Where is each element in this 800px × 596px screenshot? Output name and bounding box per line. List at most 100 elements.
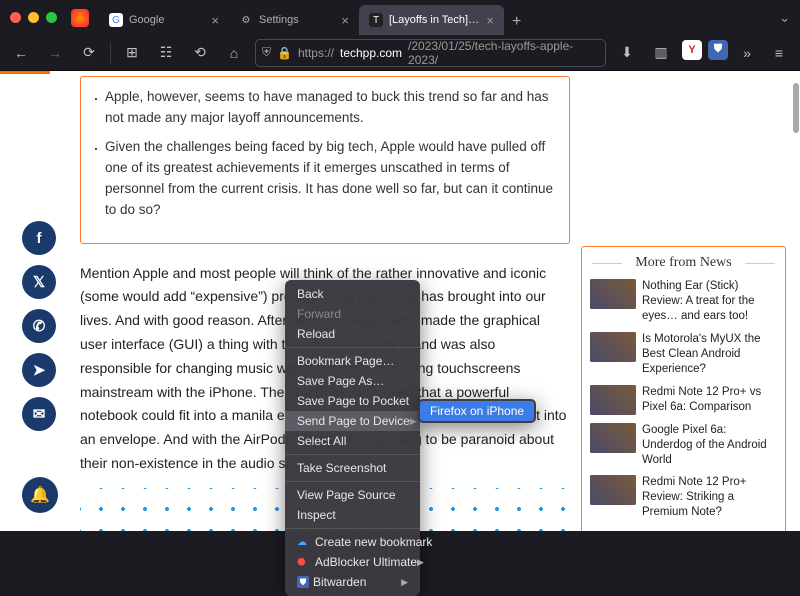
menu-bookmark[interactable]: Bookmark Page… (285, 351, 420, 371)
url-protocol: https:// (298, 46, 334, 60)
vertical-scrollbar[interactable] (793, 83, 799, 133)
forward-button[interactable]: → (42, 40, 68, 66)
home-button[interactable]: ⌂ (221, 40, 247, 66)
social-share-rail: f 𝕏 ✆ ➤ ✉ (22, 221, 56, 431)
new-tab-button[interactable]: + (504, 9, 529, 35)
menu-view-source[interactable]: View Page Source (285, 485, 420, 505)
menu-separator (285, 347, 420, 348)
extension-bitwarden-icon[interactable]: ⛊ (708, 40, 728, 60)
cloud-icon: ☁ (297, 537, 311, 548)
back-button[interactable]: ← (8, 40, 34, 66)
news-thumbnail (590, 279, 636, 309)
menu-create-bookmark[interactable]: ☁Create new bookmark (285, 532, 420, 552)
nav-toolbar: ← → ⟳ ⊞ ☷ ⟲ ⌂ ⛨ 🔒 https:// techpp.com/202… (0, 35, 800, 71)
context-menu: Back Forward Reload Bookmark Page… Save … (285, 280, 420, 596)
menu-label: Bitwarden (313, 575, 366, 589)
close-tab-icon[interactable]: × (486, 13, 494, 28)
reader-icon[interactable]: ☷ (153, 40, 179, 66)
tabs-overflow-button[interactable]: ⌄ (779, 10, 790, 26)
summary-bullet: Apple, however, seems to have managed to… (105, 87, 555, 129)
close-tab-icon[interactable]: × (341, 13, 349, 28)
close-window-button[interactable] (10, 12, 21, 23)
news-headline: Is Motorola's MyUX the Best Clean Androi… (642, 332, 777, 377)
news-headline: Google Pixel 6a: Underdog of the Android… (642, 423, 777, 468)
extensions-area: Y ⛊ » ≡ (682, 40, 792, 66)
submenu-firefox-iphone[interactable]: Firefox on iPhone (420, 401, 534, 421)
news-item[interactable]: Google Pixel 6a: Underdog of the Android… (590, 423, 777, 468)
news-headline: Redmi Note 12 Pro+ vs Pixel 6a: Comparis… (642, 385, 777, 415)
tab-label: Settings (259, 14, 335, 26)
whatsapp-share-button[interactable]: ✆ (22, 309, 56, 343)
download-icon[interactable]: ⬇ (614, 40, 640, 66)
close-tab-icon[interactable]: × (211, 13, 219, 28)
sidebar: More from News Nothing Ear (Stick) Revie… (581, 246, 786, 531)
app-menu-button[interactable]: ≡ (766, 40, 792, 66)
tab-label: Google (129, 14, 205, 26)
menu-separator (285, 481, 420, 482)
news-item[interactable]: Nothing Ear (Stick) Review: A treat for … (590, 279, 777, 324)
screenshot-icon[interactable]: ⟲ (187, 40, 213, 66)
email-share-button[interactable]: ✉ (22, 397, 56, 431)
news-headline: Nothing Ear (Stick) Review: A treat for … (642, 279, 777, 324)
bitwarden-icon: ⛊ (297, 576, 309, 588)
submenu-arrow-icon: ▶ (401, 577, 408, 588)
extensions-overflow-button[interactable]: » (734, 40, 760, 66)
menu-screenshot[interactable]: Take Screenshot (285, 458, 420, 478)
more-news-box: More from News Nothing Ear (Stick) Revie… (581, 246, 786, 531)
firefox-icon (71, 9, 89, 27)
submenu-arrow-icon: ▶ (417, 557, 424, 568)
news-thumbnail (590, 423, 636, 453)
maximize-window-button[interactable] (46, 12, 57, 23)
news-item[interactable]: Redmi Note 12 Pro+ vs Pixel 6a: Comparis… (590, 385, 777, 415)
submenu-arrow-icon: ▶ (410, 416, 417, 427)
shield-icon[interactable]: ⛨ (262, 45, 271, 60)
news-item[interactable]: Is Motorola's MyUX the Best Clean Androi… (590, 332, 777, 377)
news-item[interactable]: Redmi Note 12 Pro+ Review: Striking a Pr… (590, 475, 777, 520)
menu-separator (285, 528, 420, 529)
lock-icon[interactable]: 🔒 (277, 46, 292, 60)
summary-bullet: Given the challenges being faced by big … (105, 137, 555, 221)
send-to-device-submenu: Firefox on iPhone (418, 399, 536, 423)
menu-separator (285, 454, 420, 455)
window-controls (10, 12, 57, 23)
menu-save-as[interactable]: Save Page As… (285, 371, 420, 391)
tab-label: [Layoffs in Tech] Apple Close to (389, 14, 480, 26)
site-favicon: T (369, 13, 383, 27)
url-bar[interactable]: ⛨ 🔒 https:// techpp.com/2023/01/25/tech-l… (255, 39, 606, 67)
news-thumbnail (590, 385, 636, 415)
menu-reload[interactable]: Reload (285, 324, 420, 344)
news-thumbnail (590, 475, 636, 505)
telegram-share-button[interactable]: ➤ (22, 353, 56, 387)
menu-select-all[interactable]: Select All (285, 431, 420, 451)
menu-label: Create new bookmark (315, 535, 432, 549)
menu-back[interactable]: Back (285, 284, 420, 304)
news-headline: Redmi Note 12 Pro+ Review: Striking a Pr… (642, 475, 777, 520)
sidebar-title: More from News (590, 255, 777, 271)
extension-yandex-icon[interactable]: Y (682, 40, 702, 60)
twitter-share-button[interactable]: 𝕏 (22, 265, 56, 299)
dashboard-icon[interactable]: ⊞ (119, 40, 145, 66)
adblock-icon: ⬣ (297, 557, 311, 568)
notification-bell-button[interactable]: 🔔 (22, 477, 58, 513)
menu-send-to-device[interactable]: Send Page to Device ▶ (285, 411, 420, 431)
reload-button[interactable]: ⟳ (76, 40, 102, 66)
library-icon[interactable]: ▥ (648, 40, 674, 66)
facebook-share-button[interactable]: f (22, 221, 56, 255)
menu-label: Send Page to Device (297, 414, 410, 428)
minimize-window-button[interactable] (28, 12, 39, 23)
menu-forward: Forward (285, 304, 420, 324)
tab-strip: G Google × ⚙ Settings × T [Layoffs in Te… (99, 0, 779, 35)
url-host: techpp.com (340, 46, 402, 60)
tab-article[interactable]: T [Layoffs in Tech] Apple Close to × (359, 5, 504, 35)
menu-inspect[interactable]: Inspect (285, 505, 420, 525)
accent-bar (0, 71, 50, 74)
url-path: /2023/01/25/tech-layoffs-apple-2023/ (408, 39, 599, 67)
tab-settings[interactable]: ⚙ Settings × (229, 5, 359, 35)
google-favicon: G (109, 13, 123, 27)
menu-label: AdBlocker Ultimate (315, 555, 417, 569)
menu-pocket[interactable]: Save Page to Pocket (285, 391, 420, 411)
window-titlebar: G Google × ⚙ Settings × T [Layoffs in Te… (0, 0, 800, 35)
tab-google[interactable]: G Google × (99, 5, 229, 35)
menu-bitwarden[interactable]: ⛊ Bitwarden ▶ (285, 572, 420, 592)
menu-adblocker[interactable]: ⬣AdBlocker Ultimate ▶ (285, 552, 420, 572)
